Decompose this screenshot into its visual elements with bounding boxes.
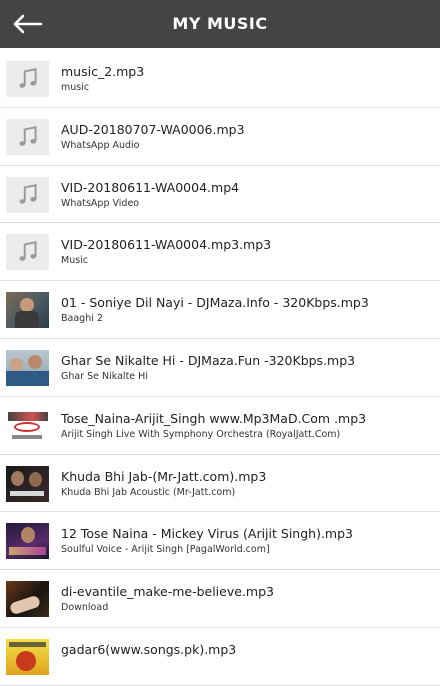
page-title: MY MUSIC: [172, 14, 268, 33]
song-list: music_2.mp3 music AUD-20180707-WA0006.mp…: [0, 50, 440, 686]
album-art: [6, 465, 49, 502]
song-album: Download: [61, 602, 109, 614]
song-row[interactable]: gadar6(www.songs.pk).mp3: [0, 628, 440, 686]
song-row[interactable]: AUD-20180707-WA0006.mp3 WhatsApp Audio: [0, 108, 440, 166]
song-title: Ghar Se Nikalte Hi - DJMaza.Fun -320Kbps…: [61, 352, 356, 368]
app-bar: MY MUSIC: [0, 0, 440, 48]
song-row[interactable]: Ghar Se Nikalte Hi - DJMaza.Fun -320Kbps…: [0, 339, 440, 397]
song-album: music: [61, 82, 90, 93]
song-title: gadar6(www.songs.pk).mp3: [61, 641, 237, 657]
song-album: Ghar Se Nikalte Hi: [61, 370, 148, 382]
song-album: Soulful Voice - Arijit Singh [PagalWorld…: [61, 544, 270, 556]
song-title: 12 Tose Naina - Mickey Virus (Arijit Sin…: [61, 526, 353, 542]
album-art: [6, 638, 49, 675]
album-art: [6, 581, 49, 618]
song-title: Khuda Bhi Jab-(Mr-Jatt.com).mp3: [61, 468, 267, 484]
music-note-icon: [6, 61, 49, 97]
song-album: Khuda Bhi Jab Acoustic (Mr-Jatt.com): [61, 486, 236, 498]
song-title: music_2.mp3: [61, 64, 145, 79]
album-art: [6, 407, 49, 444]
album-art: [6, 523, 49, 560]
song-row[interactable]: 12 Tose Naina - Mickey Virus (Arijit Sin…: [0, 512, 440, 571]
song-row[interactable]: VID-20180611-WA0004.mp4 WhatsApp Video: [0, 166, 440, 224]
song-title: 01 - Soniye Dil Nayi - DJMaza.Info - 320…: [61, 295, 369, 311]
music-note-icon: [6, 176, 49, 213]
song-title: AUD-20180707-WA0006.mp3: [61, 121, 245, 137]
song-title: di-evantile_make-me-believe.mp3: [61, 584, 274, 600]
album-art: [6, 292, 49, 329]
song-title: VID-20180611-WA0004.mp3.mp3: [61, 237, 272, 253]
song-album: Arijit Singh Live With Symphony Orchestr…: [61, 428, 341, 440]
album-art: [6, 349, 49, 386]
song-album: WhatsApp Video: [61, 197, 140, 209]
song-title: VID-20180611-WA0004.mp4: [61, 179, 240, 195]
song-title: Tose_Naina-Arijit_Singh www.Mp3MaD.Com .…: [61, 410, 367, 426]
song-row[interactable]: di-evantile_make-me-believe.mp3 Download: [0, 570, 440, 628]
song-album: Music: [61, 255, 89, 267]
music-note-icon: [6, 234, 49, 271]
song-row[interactable]: Tose_Naina-Arijit_Singh www.Mp3MaD.Com .…: [0, 397, 440, 455]
music-note-icon: [6, 118, 49, 155]
song-album: Baaghi 2: [61, 313, 103, 325]
song-row[interactable]: VID-20180611-WA0004.mp3.mp3 Music: [0, 223, 440, 282]
song-row[interactable]: Khuda Bhi Jab-(Mr-Jatt.com).mp3 Khuda Bh…: [0, 455, 440, 513]
song-album: WhatsApp Audio: [61, 139, 140, 151]
song-row[interactable]: music_2.mp3 music: [0, 50, 440, 108]
song-row[interactable]: 01 - Soniye Dil Nayi - DJMaza.Info - 320…: [0, 281, 440, 339]
